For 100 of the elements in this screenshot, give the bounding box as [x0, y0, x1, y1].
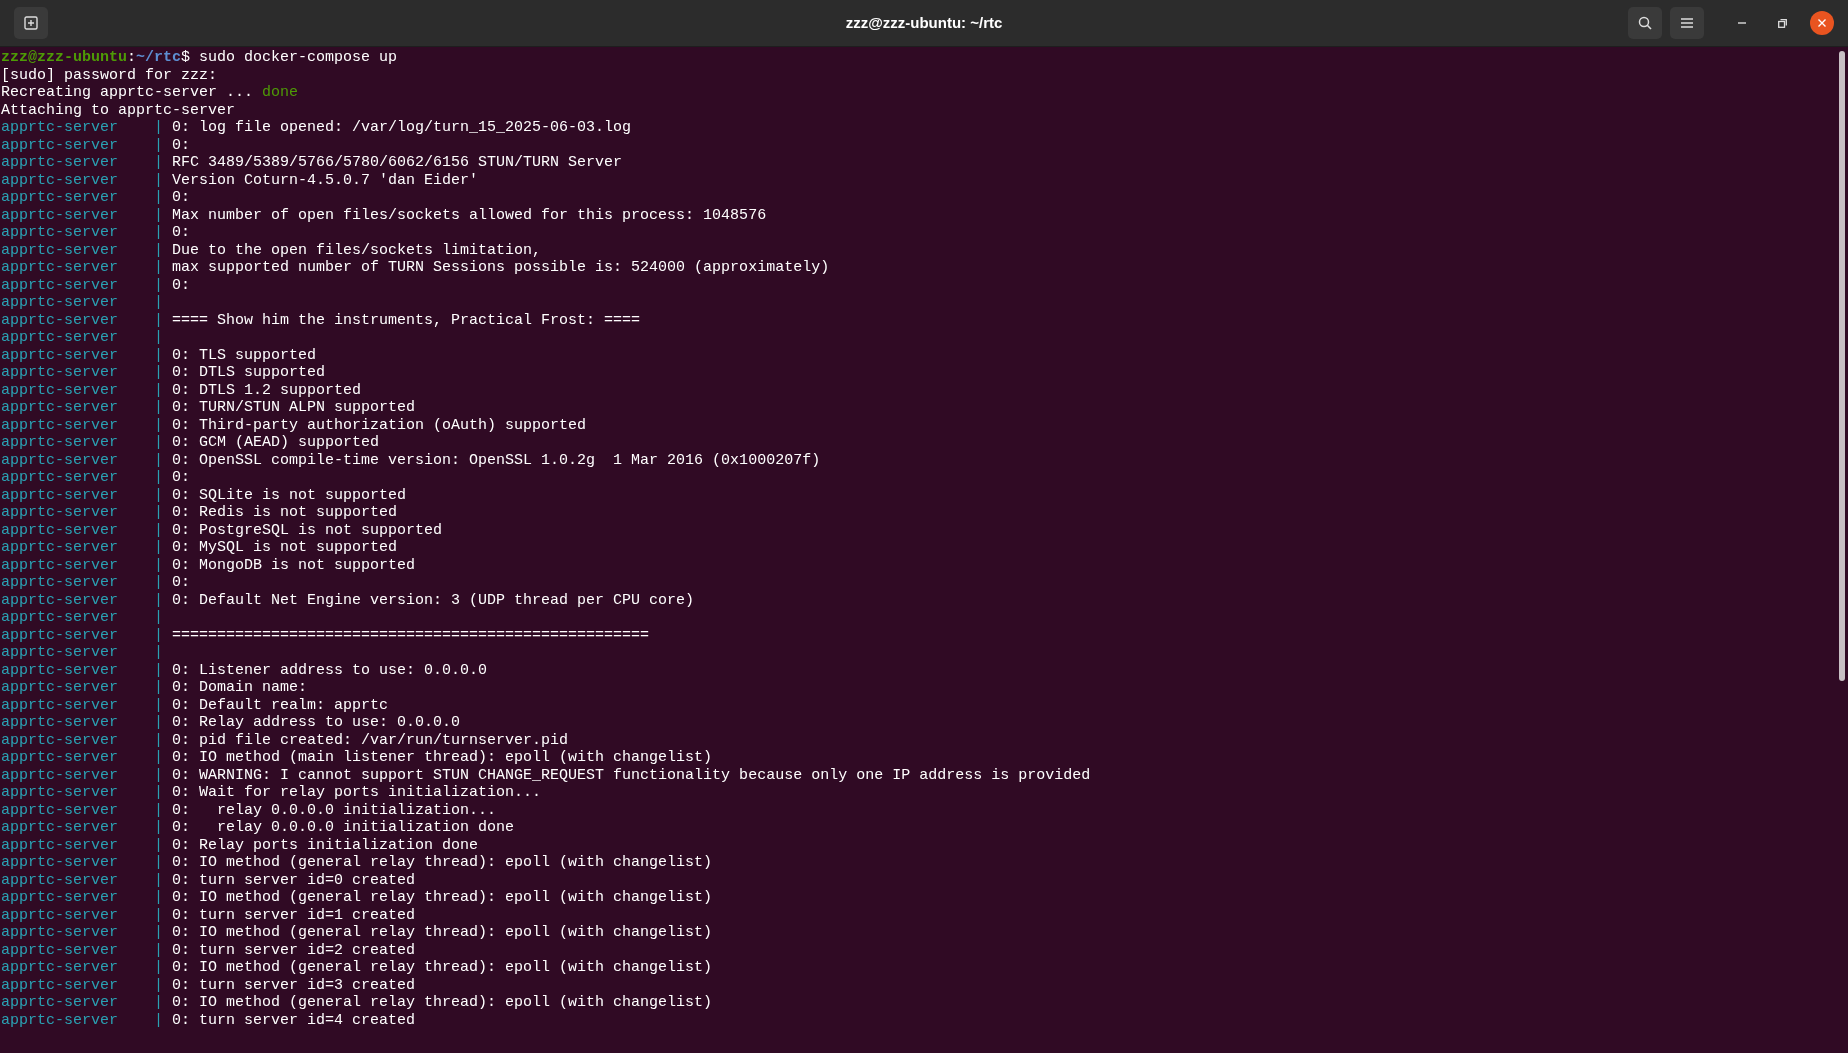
log-message: 0: TURN/STUN ALPN supported	[172, 399, 416, 417]
log-source: apprtc-server |	[1, 189, 164, 207]
log-source: apprtc-server |	[1, 311, 164, 329]
log-message: 0:	[172, 189, 191, 207]
log-source: apprtc-server |	[1, 749, 164, 767]
log-source: apprtc-server |	[1, 819, 164, 837]
log-source: apprtc-server |	[1, 224, 164, 242]
output-line: Attaching to apprtc-server	[1, 101, 236, 119]
log-source: apprtc-server |	[1, 906, 164, 924]
log-message: 0: Redis is not supported	[172, 504, 398, 522]
log-source: apprtc-server |	[1, 871, 164, 889]
log-source: apprtc-server |	[1, 801, 164, 819]
log-source: apprtc-server |	[1, 521, 164, 539]
log-source: apprtc-server |	[1, 714, 164, 732]
log-source: apprtc-server |	[1, 784, 164, 802]
minimize-icon	[1738, 22, 1746, 24]
log-source: apprtc-server |	[1, 119, 164, 137]
log-message: 0: Relay address to use: 0.0.0.0	[172, 714, 461, 732]
log-source: apprtc-server |	[1, 661, 164, 679]
log-message: RFC 3489/5389/5766/5780/6062/6156 STUN/TURN Server	[172, 154, 623, 172]
log-message: 0: MySQL is not supported	[172, 539, 398, 557]
output-line: Recreating apprtc-server ...	[1, 84, 254, 102]
log-message: 0: pid file created: /var/run/turnserver.pid	[172, 731, 569, 749]
log-message: 0: IO method (general relay thread): epoll (with changelist)	[172, 924, 713, 942]
new-tab-icon	[24, 16, 38, 30]
log-source: apprtc-server |	[1, 924, 164, 942]
log-message: =====================================================	[172, 626, 650, 644]
log-source: apprtc-server |	[1, 171, 164, 189]
log-source: apprtc-server |	[1, 766, 164, 784]
log-message: 0: Default Net Engine version: 3 (UDP thread per CPU core)	[172, 591, 695, 609]
output-line: [sudo] password for zzz:	[1, 66, 218, 84]
log-source: apprtc-server |	[1, 486, 164, 504]
log-source: apprtc-server |	[1, 889, 164, 907]
log-source: apprtc-server |	[1, 294, 164, 312]
log-message: 0: turn server id=2 created	[172, 941, 416, 959]
log-message: 0: IO method (general relay thread): epoll (with changelist)	[172, 889, 713, 907]
log-source: apprtc-server |	[1, 556, 164, 574]
log-source: apprtc-server |	[1, 276, 164, 294]
status-text: done	[262, 84, 299, 102]
log-message: 0: IO method (main listener thread): epoll (with changelist)	[172, 749, 713, 767]
log-message: 0: relay 0.0.0.0 initialization done	[172, 819, 515, 837]
log-message: Due to the open files/sockets limitation,	[172, 241, 542, 259]
scrollbar-thumb[interactable]	[1839, 51, 1845, 681]
window-title: zzz@zzz-ubuntu: ~/rtc	[845, 12, 1003, 33]
log-source: apprtc-server |	[1, 854, 164, 872]
log-message: 0: log file opened: /var/log/turn_15_2025-06-03.log	[172, 119, 632, 137]
command-text: sudo docker-compose up	[199, 49, 398, 67]
log-source: apprtc-server |	[1, 941, 164, 959]
log-source: apprtc-server |	[1, 959, 164, 977]
menu-icon	[1681, 18, 1693, 28]
log-message: Max number of open files/sockets allowed for this process: 1048576	[172, 206, 767, 224]
log-message: 0: turn server id=1 created	[172, 906, 416, 924]
log-source: apprtc-server |	[1, 329, 164, 347]
new-tab-button[interactable]	[14, 7, 48, 39]
close-button[interactable]	[1810, 11, 1834, 35]
log-source: apprtc-server |	[1, 364, 164, 382]
log-message: 0: PostgreSQL is not supported	[172, 521, 443, 539]
log-source: apprtc-server |	[1, 206, 164, 224]
log-source: apprtc-server |	[1, 136, 164, 154]
log-source: apprtc-server |	[1, 626, 164, 644]
log-source: apprtc-server |	[1, 836, 164, 854]
log-message: 0: relay 0.0.0.0 initialization...	[172, 801, 497, 819]
log-source: apprtc-server |	[1, 451, 164, 469]
log-source: apprtc-server |	[1, 399, 164, 417]
log-message: 0: DTLS supported	[172, 364, 326, 382]
log-message: 0: IO method (general relay thread): epoll (with changelist)	[172, 959, 713, 977]
log-source: apprtc-server |	[1, 976, 164, 994]
log-message: ==== Show him the instruments, Practical Frost: ====	[172, 311, 641, 329]
log-message: 0: TLS supported	[172, 346, 317, 364]
log-source: apprtc-server |	[1, 539, 164, 557]
close-icon	[1818, 19, 1826, 27]
log-source: apprtc-server |	[1, 679, 164, 697]
log-message: 0: Wait for relay ports initialization...	[172, 784, 542, 802]
log-source: apprtc-server |	[1, 994, 164, 1012]
menu-button[interactable]	[1670, 7, 1704, 39]
log-source: apprtc-server |	[1, 469, 164, 487]
log-source: apprtc-server |	[1, 644, 164, 662]
log-source: apprtc-server |	[1, 1011, 164, 1029]
log-message: 0: Default realm: apprtc	[172, 696, 389, 714]
log-source: apprtc-server |	[1, 504, 164, 522]
log-source: apprtc-server |	[1, 259, 164, 277]
log-message: 0: turn server id=0 created	[172, 871, 416, 889]
log-source: apprtc-server |	[1, 574, 164, 592]
prompt-user-host: zzz@zzz-ubuntu	[1, 49, 128, 67]
log-message: Version Coturn-4.5.0.7 'dan Eider'	[172, 171, 479, 189]
log-source: apprtc-server |	[1, 609, 164, 627]
log-source: apprtc-server |	[1, 434, 164, 452]
log-message: 0: Listener address to use: 0.0.0.0	[172, 661, 488, 679]
restore-icon	[1777, 18, 1787, 28]
log-message: 0: DTLS 1.2 supported	[172, 381, 362, 399]
log-message: 0: Relay ports initialization done	[172, 836, 479, 854]
search-button[interactable]	[1628, 7, 1662, 39]
log-message: 0: IO method (general relay thread): epoll (with changelist)	[172, 994, 713, 1012]
log-message: 0: SQLite is not supported	[172, 486, 407, 504]
prompt-symbol: $	[181, 49, 191, 67]
log-message: 0: IO method (general relay thread): epoll (with changelist)	[172, 854, 713, 872]
log-message: 0: turn server id=3 created	[172, 976, 416, 994]
log-message: 0:	[172, 469, 191, 487]
log-source: apprtc-server |	[1, 731, 164, 749]
log-message: 0: MongoDB is not supported	[172, 556, 416, 574]
